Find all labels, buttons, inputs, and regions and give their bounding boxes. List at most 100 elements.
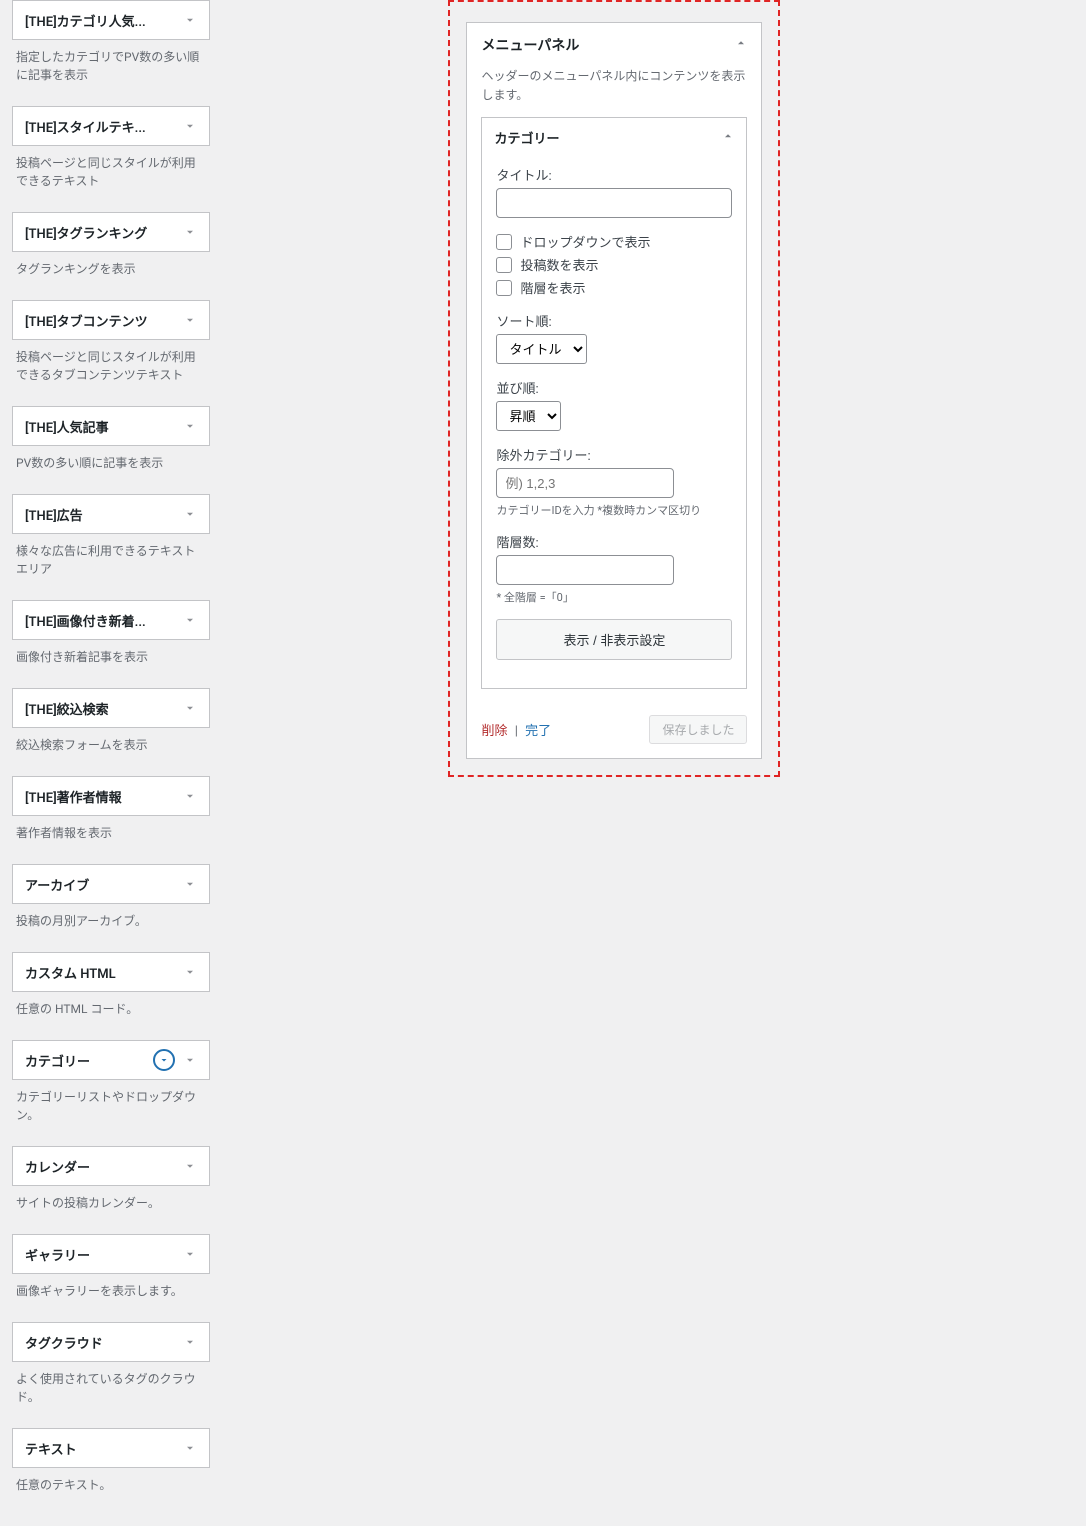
widget-item-header[interactable]: [THE]広告	[12, 494, 210, 534]
widget-item-title: テキスト	[25, 1439, 77, 1458]
widget-item-desc: 画像ギャラリーを表示します。	[12, 1274, 210, 1302]
widget-item-header[interactable]: [THE]人気記事	[12, 406, 210, 446]
inner-widget-category: カテゴリー タイトル: ドロップダウン	[481, 117, 747, 689]
exclude-input[interactable]	[496, 468, 674, 498]
chevron-down-icon	[183, 120, 197, 132]
widget-item-header[interactable]: [THE]絞込検索	[12, 688, 210, 728]
chevron-down-icon	[183, 702, 197, 714]
widget-item-desc: 絞込検索フォームを表示	[12, 728, 210, 756]
label-count: 投稿数を表示	[520, 255, 598, 274]
sidebar-menu-panel: メニューパネル ヘッダーのメニューパネル内にコンテンツを表示します。 カテゴリー	[448, 0, 780, 777]
label-sort: ソート順:	[496, 311, 732, 330]
widget-available-item: タグクラウドよく使用されているタグのクラウド。	[12, 1322, 210, 1408]
chevron-down-icon	[183, 790, 197, 802]
widget-item-title: [THE]タグランキング	[25, 223, 147, 242]
widget-item-header[interactable]: [THE]カテゴリ人気...	[12, 0, 210, 40]
widget-item-title: アーカイブ	[25, 875, 89, 894]
chevron-up-icon	[735, 37, 747, 53]
widget-item-header[interactable]: ギャラリー	[12, 1234, 210, 1274]
widget-item-title: ギャラリー	[25, 1245, 90, 1264]
widget-item-title: [THE]絞込検索	[25, 699, 109, 718]
display-toggle-button[interactable]: 表示 / 非表示設定	[496, 619, 732, 660]
chevron-down-icon	[183, 1442, 197, 1454]
select-order[interactable]: 昇順	[496, 401, 561, 431]
widget-available-item: [THE]著作者情報著作者情報を表示	[12, 776, 210, 844]
widget-item-desc: 任意のテキスト。	[12, 1468, 210, 1496]
hint-exclude: カテゴリーIDを入力 *複数時カンマ区切り	[496, 502, 732, 518]
widget-panel-desc: ヘッダーのメニューパネル内にコンテンツを表示します。	[467, 67, 761, 117]
label-depth: 階層数:	[496, 532, 732, 551]
widget-available-item: [THE]広告様々な広告に利用できるテキストエリア	[12, 494, 210, 580]
widget-actions: 削除 | 完了 保存しました	[467, 703, 761, 758]
chevron-down-icon	[183, 1054, 197, 1066]
widget-available-item: カテゴリーカテゴリーリストやドロップダウン。	[12, 1040, 210, 1126]
widget-item-desc: 投稿ページと同じスタイルが利用できるタブコンテンツテキスト	[12, 340, 210, 386]
widget-available-item: [THE]スタイルテキ...投稿ページと同じスタイルが利用できるテキスト	[12, 106, 210, 192]
widget-panel-header[interactable]: メニューパネル	[467, 23, 761, 67]
widget-item-desc: カテゴリーリストやドロップダウン。	[12, 1080, 210, 1126]
label-hierarchy: 階層を表示	[520, 278, 585, 297]
chevron-down-icon	[183, 314, 197, 326]
chevron-down-icon	[183, 614, 197, 626]
widget-item-header[interactable]: カレンダー	[12, 1146, 210, 1186]
widget-available-item: [THE]画像付き新着...画像付き新着記事を表示	[12, 600, 210, 668]
widget-available-item: テキスト任意のテキスト。	[12, 1428, 210, 1496]
label-title: タイトル:	[496, 165, 732, 184]
legacy-indicator-icon	[153, 1049, 175, 1071]
widget-item-title: [THE]カテゴリ人気...	[25, 11, 146, 30]
widget-item-header[interactable]: [THE]画像付き新着...	[12, 600, 210, 640]
widget-item-desc: サイトの投稿カレンダー。	[12, 1186, 210, 1214]
widget-available-item: [THE]絞込検索絞込検索フォームを表示	[12, 688, 210, 756]
checkbox-dropdown[interactable]	[496, 234, 512, 250]
widget-item-header[interactable]: [THE]タブコンテンツ	[12, 300, 210, 340]
inner-widget-header[interactable]: カテゴリー	[482, 118, 746, 157]
widget-item-header[interactable]: アーカイブ	[12, 864, 210, 904]
close-link[interactable]: 完了	[525, 724, 551, 739]
widget-item-header[interactable]: [THE]タグランキング	[12, 212, 210, 252]
chevron-down-icon	[183, 508, 197, 520]
widget-item-title: カレンダー	[25, 1157, 90, 1176]
chevron-up-icon	[722, 130, 734, 146]
widget-available-item: カレンダーサイトの投稿カレンダー。	[12, 1146, 210, 1214]
widget-available-item: [THE]人気記事 PV数の多い順に記事を表示	[12, 406, 210, 474]
widget-item-header[interactable]: [THE]著作者情報	[12, 776, 210, 816]
widget-item-title: [THE]タブコンテンツ	[25, 311, 148, 330]
widget-available-item: ギャラリー画像ギャラリーを表示します。	[12, 1234, 210, 1302]
widgets-right: メニューパネル ヘッダーのメニューパネル内にコンテンツを表示します。 カテゴリー	[418, 0, 780, 1506]
widget-item-title: [THE]著作者情報	[25, 787, 122, 806]
widget-available-item: [THE]タグランキングタグランキングを表示	[12, 212, 210, 280]
widget-available-item: [THE]カテゴリ人気...指定したカテゴリでPV数の多い順に記事を表示	[12, 0, 210, 86]
separator: |	[515, 724, 518, 739]
widget-item-header[interactable]: タグクラウド	[12, 1322, 210, 1362]
widget-item-title: [THE]人気記事	[25, 417, 109, 436]
label-dropdown: ドロップダウンで表示	[520, 232, 650, 251]
widget-item-header[interactable]: カテゴリー	[12, 1040, 210, 1080]
title-input[interactable]	[496, 188, 732, 218]
select-sort[interactable]: タイトル	[496, 334, 587, 364]
widget-available-item: [THE]タブコンテンツ投稿ページと同じスタイルが利用できるタブコンテンツテキス…	[12, 300, 210, 386]
chevron-down-icon	[183, 1336, 197, 1348]
widget-panel-title: メニューパネル	[481, 35, 579, 55]
depth-input[interactable]	[496, 555, 674, 585]
widget-item-desc: 任意の HTML コード。	[12, 992, 210, 1020]
widget-item-desc: よく使用されているタグのクラウド。	[12, 1362, 210, 1408]
saved-button: 保存しました	[649, 715, 747, 744]
widget-item-desc: 著作者情報を表示	[12, 816, 210, 844]
label-order: 並び順:	[496, 378, 732, 397]
checkbox-count[interactable]	[496, 257, 512, 273]
widget-item-header[interactable]: カスタム HTML	[12, 952, 210, 992]
checkbox-hierarchy[interactable]	[496, 280, 512, 296]
widget-item-header[interactable]: テキスト	[12, 1428, 210, 1468]
widget-item-desc: 投稿ページと同じスタイルが利用できるテキスト	[12, 146, 210, 192]
hint-depth: * 全階層 =「0」	[496, 589, 732, 605]
chevron-down-icon	[183, 966, 197, 978]
widget-item-desc: PV数の多い順に記事を表示	[12, 446, 210, 474]
chevron-down-icon	[183, 878, 197, 890]
chevron-down-icon	[183, 14, 197, 26]
widget-item-desc: 様々な広告に利用できるテキストエリア	[12, 534, 210, 580]
widget-item-header[interactable]: [THE]スタイルテキ...	[12, 106, 210, 146]
chevron-down-icon	[183, 1248, 197, 1260]
widget-available-item: カスタム HTML任意の HTML コード。	[12, 952, 210, 1020]
delete-link[interactable]: 削除	[481, 724, 507, 739]
widget-available-item: アーカイブ投稿の月別アーカイブ。	[12, 864, 210, 932]
